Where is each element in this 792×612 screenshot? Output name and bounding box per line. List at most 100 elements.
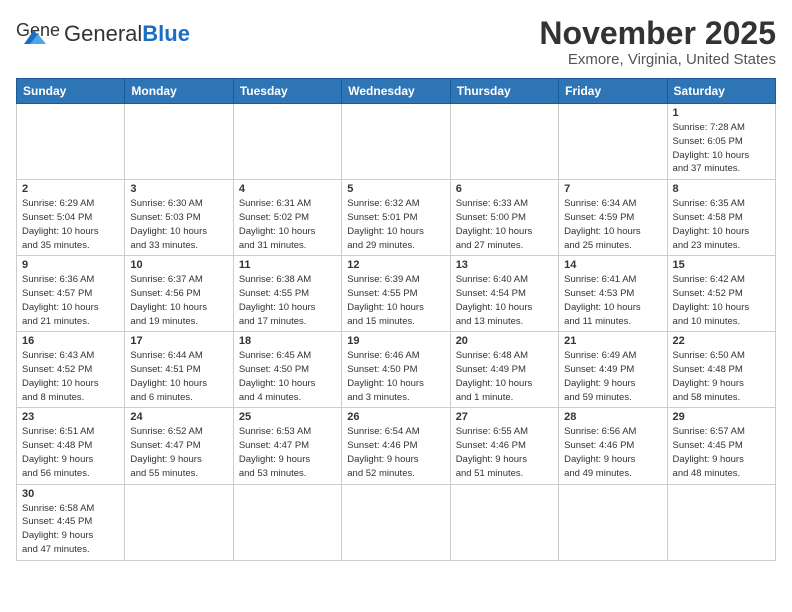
day-info: Sunrise: 6:46 AM Sunset: 4:50 PM Dayligh…: [347, 349, 444, 404]
weekday-header-saturday: Saturday: [667, 79, 775, 104]
day-number: 15: [673, 259, 770, 271]
day-info: Sunrise: 6:50 AM Sunset: 4:48 PM Dayligh…: [673, 349, 770, 404]
day-number: 4: [239, 183, 336, 195]
weekday-header-thursday: Thursday: [450, 79, 558, 104]
calendar-cell: [17, 104, 125, 180]
month-title: November 2025: [539, 16, 776, 51]
day-number: 16: [22, 335, 119, 347]
calendar-week-row: 16Sunrise: 6:43 AM Sunset: 4:52 PM Dayli…: [17, 332, 776, 408]
logo: General GeneralBlue: [16, 16, 190, 52]
calendar-cell: 21 Sunrise: 6:49 AM Sunset: 4:49 PM Dayli…: [559, 332, 667, 408]
calendar-cell: 18 Sunrise: 6:45 AM Sunset: 4:50 PM Dayli…: [233, 332, 341, 408]
calendar-cell: [450, 484, 558, 560]
calendar-cell: [667, 484, 775, 560]
calendar-cell: 20 Sunrise: 6:48 AM Sunset: 4:49 PM Dayli…: [450, 332, 558, 408]
title-block: November 2025 Exmore, Virginia, United S…: [539, 16, 776, 68]
calendar-cell: [125, 484, 233, 560]
day-number: 5: [347, 183, 444, 195]
day-number: 21: [564, 335, 661, 347]
calendar-cell: 22 Sunrise: 6:50 AM Sunset: 4:48 PM Dayli…: [667, 332, 775, 408]
day-info: Sunrise: 6:52 AM Sunset: 4:47 PM Dayligh…: [130, 425, 227, 480]
calendar-cell: [450, 104, 558, 180]
calendar-cell: 5Sunrise: 6:32 AM Sunset: 5:01 PM Daylig…: [342, 180, 450, 256]
calendar-cell: 23Sunrise: 6:51 AM Sunset: 4:48 PM Dayli…: [17, 408, 125, 484]
calendar-cell: [342, 104, 450, 180]
calendar-week-row: 30Sunrise: 6:58 AM Sunset: 4:45 PM Dayli…: [17, 484, 776, 560]
day-number: 3: [130, 183, 227, 195]
calendar-cell: 10Sunrise: 6:37 AM Sunset: 4:56 PM Dayli…: [125, 256, 233, 332]
weekday-header-wednesday: Wednesday: [342, 79, 450, 104]
page-header: General GeneralBlue November 2025 Exmore…: [16, 16, 776, 68]
calendar-cell: [559, 484, 667, 560]
calendar-week-row: 23Sunrise: 6:51 AM Sunset: 4:48 PM Dayli…: [17, 408, 776, 484]
day-number: 7: [564, 183, 661, 195]
calendar-cell: 6Sunrise: 6:33 AM Sunset: 5:00 PM Daylig…: [450, 180, 558, 256]
calendar-cell: 24 Sunrise: 6:52 AM Sunset: 4:47 PM Dayli…: [125, 408, 233, 484]
calendar-cell: [233, 104, 341, 180]
day-info: Sunrise: 6:38 AM Sunset: 4:55 PM Dayligh…: [239, 273, 336, 328]
day-number: 17: [130, 335, 227, 347]
day-number: 2: [22, 183, 119, 195]
calendar-cell: 7 Sunrise: 6:34 AM Sunset: 4:59 PM Daylig…: [559, 180, 667, 256]
calendar-cell: 13 Sunrise: 6:40 AM Sunset: 4:54 PM Dayli…: [450, 256, 558, 332]
day-info: Sunrise: 6:35 AM Sunset: 4:58 PM Dayligh…: [673, 197, 770, 252]
day-number: 6: [456, 183, 553, 195]
calendar-cell: 28Sunrise: 6:56 AM Sunset: 4:46 PM Dayli…: [559, 408, 667, 484]
calendar-cell: [125, 104, 233, 180]
day-number: 25: [239, 411, 336, 423]
day-info: Sunrise: 6:57 AM Sunset: 4:45 PM Dayligh…: [673, 425, 770, 480]
calendar-cell: 19 Sunrise: 6:46 AM Sunset: 4:50 PM Dayli…: [342, 332, 450, 408]
calendar-cell: [342, 484, 450, 560]
day-number: 12: [347, 259, 444, 271]
logo-blue-text: Blue: [142, 21, 190, 46]
calendar-cell: 9Sunrise: 6:36 AM Sunset: 4:57 PM Daylig…: [17, 256, 125, 332]
calendar-cell: 29Sunrise: 6:57 AM Sunset: 4:45 PM Dayli…: [667, 408, 775, 484]
calendar-cell: 11Sunrise: 6:38 AM Sunset: 4:55 PM Dayli…: [233, 256, 341, 332]
day-number: 23: [22, 411, 119, 423]
calendar-cell: 8 Sunrise: 6:35 AM Sunset: 4:58 PM Daylig…: [667, 180, 775, 256]
weekday-header-tuesday: Tuesday: [233, 79, 341, 104]
day-info: Sunrise: 6:44 AM Sunset: 4:51 PM Dayligh…: [130, 349, 227, 404]
calendar-week-row: 9Sunrise: 6:36 AM Sunset: 4:57 PM Daylig…: [17, 256, 776, 332]
day-info: Sunrise: 6:41 AM Sunset: 4:53 PM Dayligh…: [564, 273, 661, 328]
day-number: 18: [239, 335, 336, 347]
day-info: Sunrise: 6:42 AM Sunset: 4:52 PM Dayligh…: [673, 273, 770, 328]
day-number: 22: [673, 335, 770, 347]
day-number: 24: [130, 411, 227, 423]
day-info: Sunrise: 6:40 AM Sunset: 4:54 PM Dayligh…: [456, 273, 553, 328]
day-number: 1: [673, 107, 770, 119]
day-info: Sunrise: 6:54 AM Sunset: 4:46 PM Dayligh…: [347, 425, 444, 480]
day-info: Sunrise: 6:36 AM Sunset: 4:57 PM Dayligh…: [22, 273, 119, 328]
calendar-cell: 4 Sunrise: 6:31 AM Sunset: 5:02 PM Daylig…: [233, 180, 341, 256]
calendar-cell: [233, 484, 341, 560]
weekday-header-monday: Monday: [125, 79, 233, 104]
day-number: 14: [564, 259, 661, 271]
day-info: Sunrise: 6:31 AM Sunset: 5:02 PM Dayligh…: [239, 197, 336, 252]
calendar-cell: 30Sunrise: 6:58 AM Sunset: 4:45 PM Dayli…: [17, 484, 125, 560]
logo-general-text: General: [64, 21, 142, 46]
day-number: 8: [673, 183, 770, 195]
day-info: Sunrise: 6:34 AM Sunset: 4:59 PM Dayligh…: [564, 197, 661, 252]
day-number: 19: [347, 335, 444, 347]
calendar-cell: 27Sunrise: 6:55 AM Sunset: 4:46 PM Dayli…: [450, 408, 558, 484]
day-info: Sunrise: 6:48 AM Sunset: 4:49 PM Dayligh…: [456, 349, 553, 404]
day-info: Sunrise: 6:53 AM Sunset: 4:47 PM Dayligh…: [239, 425, 336, 480]
calendar-cell: 12Sunrise: 6:39 AM Sunset: 4:55 PM Dayli…: [342, 256, 450, 332]
weekday-header-friday: Friday: [559, 79, 667, 104]
weekday-header-row: SundayMondayTuesdayWednesdayThursdayFrid…: [17, 79, 776, 104]
day-info: Sunrise: 6:29 AM Sunset: 5:04 PM Dayligh…: [22, 197, 119, 252]
calendar-cell: [559, 104, 667, 180]
calendar-cell: 3Sunrise: 6:30 AM Sunset: 5:03 PM Daylig…: [125, 180, 233, 256]
calendar-week-row: 1Sunrise: 7:28 AM Sunset: 6:05 PM Daylig…: [17, 104, 776, 180]
location-title: Exmore, Virginia, United States: [539, 51, 776, 68]
calendar-cell: 1Sunrise: 7:28 AM Sunset: 6:05 PM Daylig…: [667, 104, 775, 180]
day-info: Sunrise: 6:56 AM Sunset: 4:46 PM Dayligh…: [564, 425, 661, 480]
day-number: 20: [456, 335, 553, 347]
day-info: Sunrise: 6:45 AM Sunset: 4:50 PM Dayligh…: [239, 349, 336, 404]
day-number: 13: [456, 259, 553, 271]
day-info: Sunrise: 6:49 AM Sunset: 4:49 PM Dayligh…: [564, 349, 661, 404]
day-number: 27: [456, 411, 553, 423]
day-info: Sunrise: 6:58 AM Sunset: 4:45 PM Dayligh…: [22, 502, 119, 557]
calendar-cell: 16Sunrise: 6:43 AM Sunset: 4:52 PM Dayli…: [17, 332, 125, 408]
calendar-cell: 14 Sunrise: 6:41 AM Sunset: 4:53 PM Dayli…: [559, 256, 667, 332]
